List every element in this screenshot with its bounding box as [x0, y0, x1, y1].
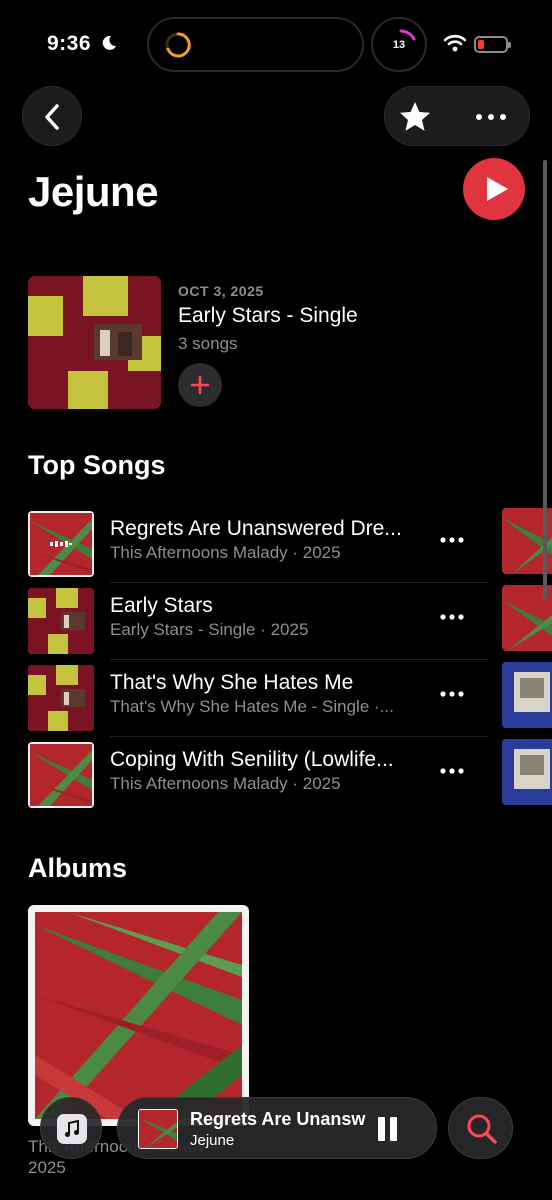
activity-ring-icon: [165, 32, 191, 58]
artist-actions: [384, 86, 530, 146]
song-title: Early Stars: [110, 594, 213, 617]
song-title: That's Why She Hates Me: [110, 671, 354, 694]
notification-bubble[interactable]: 13: [371, 17, 427, 72]
music-note-icon: [65, 1120, 79, 1137]
song-title: Coping With Senility (Lowlife...: [110, 748, 394, 771]
albums-heading[interactable]: Albums: [28, 853, 127, 884]
more-icon[interactable]: [440, 768, 464, 774]
more-icon[interactable]: [440, 691, 464, 697]
status-time: 9:36: [47, 32, 92, 55]
search-icon: [467, 1114, 497, 1144]
song-subtitle: This Afternoons Malady · 2025: [110, 774, 341, 793]
album-year: 2025: [28, 1158, 66, 1177]
song-artwork-peek[interactable]: [502, 662, 552, 728]
latest-release-artwork[interactable]: [28, 276, 161, 409]
more-icon[interactable]: [440, 614, 464, 620]
play-icon: [487, 177, 508, 201]
plus-icon: [191, 376, 209, 394]
more-icon[interactable]: [440, 537, 464, 543]
scrollbar[interactable]: [543, 160, 547, 600]
now-playing-bar[interactable]: Regrets Are Unansw Jejune: [117, 1097, 437, 1159]
song-row[interactable]: Early Stars Early Stars - Single · 2025: [28, 584, 488, 660]
song-row[interactable]: Coping With Senility (Lowlife... This Aft…: [28, 738, 488, 814]
pause-icon: [378, 1117, 385, 1141]
divider: [110, 659, 488, 660]
wifi-icon: [444, 34, 466, 52]
song-subtitle: That's Why She Hates Me - Single ·...: [110, 697, 394, 716]
song-subtitle: This Afternoons Malady · 2025: [110, 543, 341, 562]
now-playing-artist: Jejune: [190, 1132, 235, 1149]
release-song-count: 3 songs: [178, 334, 238, 353]
search-button[interactable]: [448, 1097, 513, 1159]
library-button[interactable]: [40, 1097, 102, 1159]
song-row[interactable]: Regrets Are Unanswered Dre... This Aftern…: [28, 507, 488, 583]
song-artwork: [28, 742, 94, 808]
now-playing-indicator-icon: [50, 541, 72, 547]
now-playing-title: Regrets Are Unansw: [190, 1109, 366, 1129]
divider: [110, 736, 488, 737]
song-artwork-peek[interactable]: [502, 739, 552, 805]
back-chevron-icon: [45, 104, 59, 130]
divider: [110, 582, 488, 583]
top-songs-heading[interactable]: Top Songs: [28, 450, 165, 481]
more-icon[interactable]: [476, 114, 506, 120]
song-row[interactable]: That's Why She Hates Me That's Why She Ha…: [28, 661, 488, 737]
pause-button[interactable]: [376, 1117, 400, 1141]
battery-icon: [474, 36, 511, 53]
song-title: Regrets Are Unanswered Dre...: [110, 517, 402, 540]
play-button[interactable]: [463, 158, 525, 220]
star-icon[interactable]: [397, 99, 433, 135]
dynamic-island[interactable]: [147, 17, 364, 72]
album-artwork[interactable]: [28, 905, 249, 1126]
song-subtitle: Early Stars - Single · 2025: [110, 620, 309, 639]
release-title[interactable]: Early Stars - Single: [178, 304, 358, 328]
moon-icon: [102, 35, 116, 50]
add-release-button[interactable]: [178, 363, 222, 407]
release-date: OCT 3, 2025: [178, 283, 264, 299]
song-artwork: [28, 588, 94, 654]
artist-name: Jejune: [28, 168, 159, 215]
now-playing-artwork: [138, 1109, 178, 1149]
song-artwork: [28, 511, 94, 577]
song-artwork: [28, 665, 94, 731]
back-button[interactable]: [22, 86, 82, 146]
notification-count: 13: [392, 39, 406, 51]
